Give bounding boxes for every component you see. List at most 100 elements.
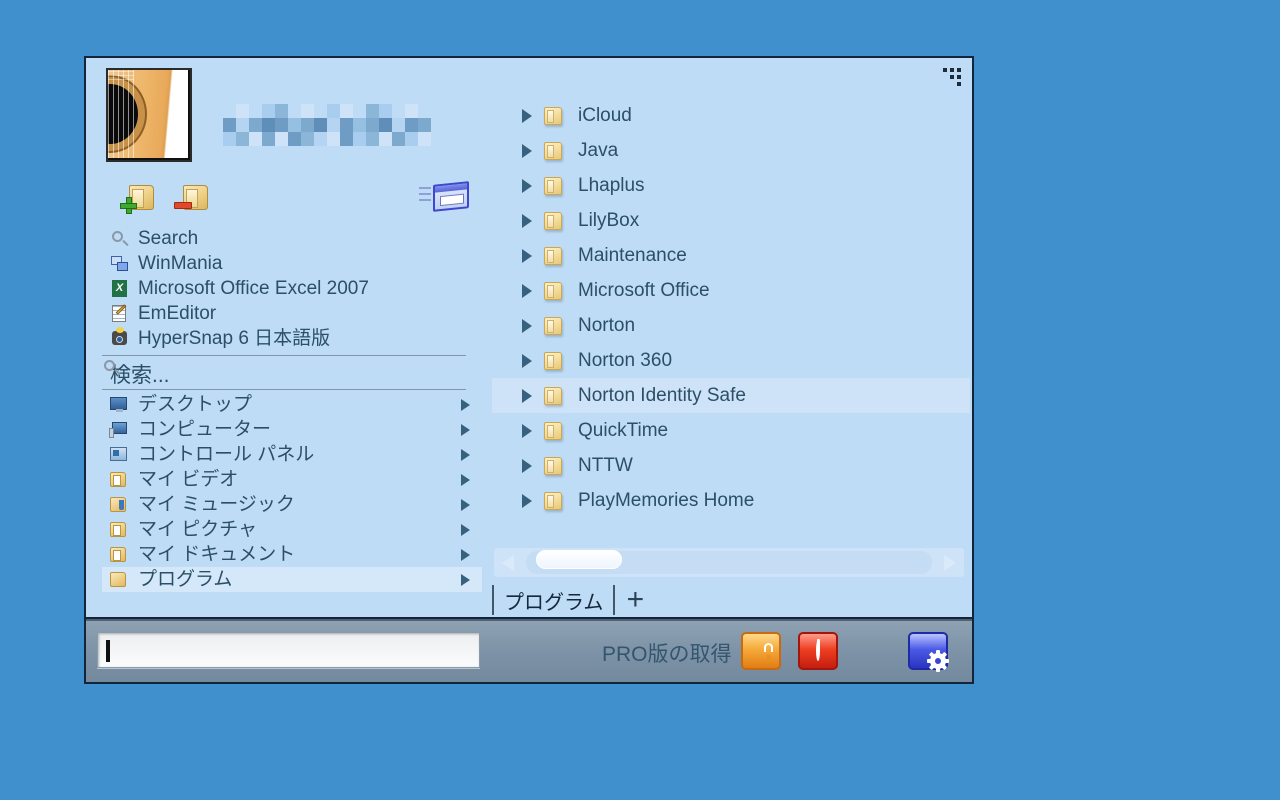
places-list: デスクトップ コンピューター コントロール パネル マイ ビデオ マイ ミュージ…	[102, 392, 482, 592]
folder-item-maintenance[interactable]: Maintenance	[492, 238, 970, 273]
place-item-my-pictures[interactable]: マイ ピクチャ	[102, 517, 482, 542]
bottom-bar: PRO版の取得	[86, 619, 972, 682]
submenu-arrow-icon	[522, 178, 532, 193]
guitar-avatar[interactable]	[106, 68, 192, 162]
folder-icon	[544, 386, 564, 406]
scrollbar-thumb[interactable]	[536, 550, 622, 569]
text-caret	[106, 640, 110, 662]
folder-icon	[544, 211, 564, 231]
submenu-arrow-icon	[522, 353, 532, 368]
folder-item-microsoft-office[interactable]: Microsoft Office	[492, 273, 970, 308]
command-input[interactable]	[97, 632, 480, 668]
shortcut-item-hypersnap[interactable]: HyperSnap 6 日本語版	[102, 326, 482, 351]
horizontal-scrollbar[interactable]	[494, 548, 964, 577]
place-item-programs[interactable]: プログラム	[102, 567, 482, 592]
shortcut-list: Search WinMania Microsoft Office Excel 2…	[102, 226, 482, 351]
submenu-arrow-icon	[461, 448, 470, 461]
plus-badge-icon	[120, 197, 137, 214]
computer-icon	[109, 421, 128, 438]
folder-label: iCloud	[578, 105, 632, 126]
folder-label: Microsoft Office	[578, 280, 710, 301]
settings-button[interactable]	[908, 632, 949, 672]
folder-icon	[544, 176, 564, 196]
shortcut-item-winmania[interactable]: WinMania	[102, 251, 482, 276]
folder-item-norton-identity-safe[interactable]: Norton Identity Safe	[492, 378, 970, 413]
place-label: マイ ドキュメント	[138, 544, 296, 565]
folder-icon	[544, 491, 564, 511]
place-item-my-music[interactable]: マイ ミュージック	[102, 492, 482, 517]
shortcut-item-search[interactable]: Search	[102, 226, 482, 251]
remove-folder-button[interactable]	[174, 184, 208, 214]
launcher-window: Search WinMania Microsoft Office Excel 2…	[84, 56, 974, 684]
submenu-arrow-icon	[522, 388, 532, 403]
place-label: マイ ピクチャ	[138, 519, 258, 540]
pro-upgrade-label[interactable]: PRO版の取得	[602, 638, 732, 668]
folder-item-norton-360[interactable]: Norton 360	[492, 343, 970, 378]
folder-label: Norton	[578, 315, 636, 336]
folder-item-playmemories-home[interactable]: PlayMemories Home	[492, 483, 970, 518]
folder-label: Norton 360	[578, 350, 673, 371]
place-label: デスクトップ	[138, 394, 253, 415]
folder-icon	[544, 421, 564, 441]
folder-item-lilybox[interactable]: LilyBox	[492, 203, 970, 238]
excel-icon	[110, 279, 130, 298]
left-toolbar	[106, 180, 476, 222]
place-item-desktop[interactable]: デスクトップ	[102, 392, 482, 417]
tab-programs[interactable]: プログラム	[494, 586, 613, 615]
folder-label: NTTW	[578, 455, 633, 476]
submenu-arrow-icon	[461, 498, 470, 511]
submenu-arrow-icon	[461, 573, 470, 586]
submenu-arrow-icon	[461, 423, 470, 436]
minus-badge-icon	[174, 197, 192, 214]
shortcut-item-excel[interactable]: Microsoft Office Excel 2007	[102, 276, 482, 301]
folder-item-lhaplus[interactable]: Lhaplus	[492, 168, 970, 203]
folder-item-java[interactable]: Java	[492, 133, 970, 168]
emeditor-icon	[110, 304, 130, 323]
folder-icon	[544, 141, 564, 161]
folder-item-quicktime[interactable]: QuickTime	[492, 413, 970, 448]
folder-label: QuickTime	[578, 420, 669, 441]
pictures-folder-icon	[110, 521, 128, 538]
place-label: マイ ビデオ	[138, 469, 239, 490]
folder-item-icloud[interactable]: iCloud	[492, 98, 970, 133]
shortcut-item-emeditor[interactable]: EmEditor	[102, 301, 482, 326]
folder-item-nttw[interactable]: NTTW	[492, 448, 970, 483]
place-item-my-documents[interactable]: マイ ドキュメント	[102, 542, 482, 567]
menu-area: Search WinMania Microsoft Office Excel 2…	[86, 58, 972, 619]
folder-label: LilyBox	[578, 210, 640, 231]
search-menu-item[interactable]: 検索...	[102, 359, 482, 388]
video-folder-icon	[110, 471, 128, 488]
folder-item-norton[interactable]: Norton	[492, 308, 970, 343]
programs-folder-icon	[110, 571, 128, 588]
folder-label: Lhaplus	[578, 175, 645, 196]
panel-separator	[490, 58, 492, 617]
scroll-left-arrow-icon[interactable]	[502, 554, 514, 571]
magnifier-icon	[110, 230, 130, 248]
place-item-control-panel[interactable]: コントロール パネル	[102, 442, 482, 467]
shortcut-label: Microsoft Office Excel 2007	[138, 278, 369, 299]
tab-strip: プログラム +	[492, 581, 970, 617]
submenu-arrow-icon	[522, 213, 532, 228]
shortcut-label: Search	[138, 228, 199, 249]
folder-icon	[544, 246, 564, 266]
right-panel: iCloud Java Lhaplus LilyBox Maintenance …	[492, 58, 972, 617]
scroll-right-arrow-icon[interactable]	[944, 554, 956, 571]
add-folder-button[interactable]	[120, 184, 154, 214]
power-button[interactable]	[798, 632, 838, 670]
submenu-arrow-icon	[461, 398, 470, 411]
winmania-icon	[110, 255, 130, 273]
divider-top	[102, 355, 466, 356]
place-item-my-video[interactable]: マイ ビデオ	[102, 467, 482, 492]
desktop-icon	[110, 396, 128, 413]
documents-folder-icon	[110, 546, 128, 563]
folder-icon	[544, 106, 564, 126]
power-icon	[816, 640, 820, 661]
folder-label: Java	[578, 140, 619, 161]
add-tab-button[interactable]: +	[615, 585, 655, 615]
place-item-computer[interactable]: コンピューター	[102, 417, 482, 442]
lock-button[interactable]	[741, 632, 781, 670]
run-window-button[interactable]	[419, 180, 471, 214]
divider-bottom	[102, 389, 466, 390]
username-censored	[223, 104, 437, 146]
submenu-arrow-icon	[522, 143, 532, 158]
